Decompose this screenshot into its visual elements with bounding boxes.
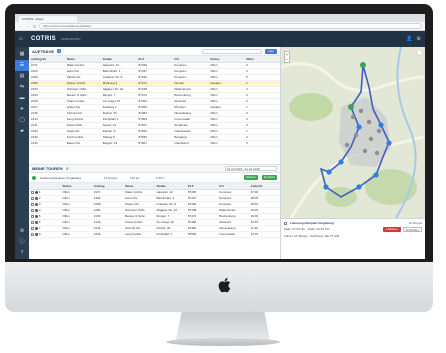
list-icon[interactable]: ☰ [15,60,29,71]
stop-number: 2 [38,196,41,200]
tour-info-panel: Lieferung Kempten Umgebung 12 Stopps Sta… [281,218,425,259]
orders-count-badge: 1 [57,49,61,53]
tour-info-times: Start: 07:30 Uhr · Ende: 14:15 Uhr [284,227,330,231]
tours-title: MEINE TOUREN [32,166,63,171]
user-icon[interactable]: 👤 [406,36,412,42]
tours-header: MEINE TOUREN ⊕ 01.10.2018 - 31.10.2018 [29,164,280,173]
delete-tour-button[interactable]: Löschen [383,227,401,232]
main-panel: AUFTRÄGE 1 Neu Auftrag-Nr Name Straße PLZ Or… [29,47,281,259]
stop-number: 8 [38,232,41,236]
table-cell: 2133 [29,140,65,147]
stop-number: 6 [38,220,41,224]
table-cell: Offen [208,140,245,147]
print-tour-button[interactable]: Drucken [261,175,277,180]
document-icon[interactable]: ▤ [15,71,29,82]
chat-icon[interactable]: ◯ [15,115,29,126]
tour-stat-distance: 148 km [130,175,140,180]
tour-name: Lieferung Kempten Umgebung [40,175,81,180]
tour-stat-duration: 6:45 h [156,175,165,180]
close-info-button[interactable]: Schließen [402,227,422,232]
table-cell: Kirchplatz 1 [154,231,186,238]
orders-search-input[interactable] [202,48,263,54]
map-canvas[interactable] [281,47,425,218]
monitor-frame: COTRIS - Dispo ‹ › ↻ https://cotris-tour… [5,4,433,284]
browser-urlbar: ‹ › ↻ https://cotris-tourenplanung.de/di… [15,22,425,31]
orders-table: Auftrag-Nr Name Straße PLZ Ort Status Offen 21… [29,56,280,150]
table-cell: Bauer KG [64,140,101,147]
table-cell: Offen [60,231,92,238]
imac-mockup: COTRIS - Dispo ‹ › ↻ https://cotris-tour… [0,0,446,353]
tour-info-driver: Fahrer: M. Berger · Fahrzeug: KE-CT 201 [284,234,340,238]
table-cell: Oberstdorf [172,140,209,147]
table-cell: 87561 [136,140,173,147]
settings-icon[interactable]: ⚙ [15,226,29,237]
truck-icon[interactable]: ▬ [15,93,29,104]
browser-window: COTRIS - Dispo ‹ › ↻ https://cotris-tour… [15,14,425,259]
gear-icon[interactable]: ⚙ [417,36,421,42]
help-icon[interactable]: ? [15,248,29,259]
forward-icon[interactable]: › [25,24,30,29]
table-cell: Bergstr. 19 [100,140,137,147]
stop-index: 8 [29,231,61,238]
stop-number: 5 [38,214,41,218]
reload-icon[interactable]: ↻ [32,24,37,29]
stop-number: 4 [38,208,41,212]
tour-row[interactable]: Lieferung Kempten Umgebung 12 Stopps 148… [29,173,280,183]
stops-table: Status Auftrag Name Straße PLZ Ort Ankunft 1 Of… [29,183,280,259]
stop-checkbox[interactable] [31,190,34,194]
tour-stat-stops: 12 Stopps [104,175,118,180]
header-actions: 👤 ⚙ [406,36,421,42]
stop-number: 3 [38,202,41,206]
tour-status-icon [32,175,36,180]
stop-checkbox[interactable] [31,214,34,218]
stop-checkbox[interactable] [31,208,34,212]
monitor-stand [176,312,270,340]
stop-number: 1 [38,190,41,194]
app-header: ⌂ COTRIS DISPOSITION 👤 ⚙ [15,31,425,47]
grid-icon[interactable]: ▦ [15,49,29,60]
route-icon[interactable]: ⇆ [15,82,29,93]
table-cell: 5 [244,140,280,147]
address-input[interactable]: https://cotris-tourenplanung.de/dispo [39,23,422,29]
tour-checkbox[interactable] [284,221,287,225]
table-cell: 12:15 [248,231,280,238]
orders-title: AUFTRÄGE [32,48,55,54]
new-order-button[interactable]: Neu [265,48,277,54]
breadcrumb: DISPOSITION [61,37,81,41]
folder-icon[interactable]: ▰ [15,126,29,137]
sidebar: ▦ ☰ ▤ ⇆ ▬ ➤ ◯ ▰ ⚙ ⓘ ? [15,47,29,259]
send-icon[interactable]: ➤ [15,104,29,115]
stop-checkbox[interactable] [31,202,34,206]
table-cell: 87509 [185,231,218,238]
tours-add-icon[interactable]: ⊕ [66,166,69,171]
back-icon[interactable]: ‹ [18,24,23,29]
home-icon[interactable]: ⌂ [19,36,27,42]
orders-header: AUFTRÄGE 1 Neu [29,47,280,56]
tour-info-title: Lieferung Kempten Umgebung [290,221,334,225]
apple-logo-icon [218,277,231,293]
stop-checkbox[interactable] [31,196,34,200]
route-map[interactable]: + − [281,47,425,218]
table-row[interactable]: 2133 Bauer KG Bergstr. 19 87561 Oberstdorf Of… [29,140,280,147]
monitor-foot [166,338,280,346]
stop-number: 7 [38,226,41,230]
start-tour-button[interactable]: Starten [244,175,258,180]
zoom-control[interactable]: + − [284,51,290,63]
date-range-input[interactable]: 01.10.2018 - 31.10.2018 [225,166,277,171]
brand-logo[interactable]: COTRIS [31,36,56,42]
browser-tab[interactable]: COTRIS - Dispo [19,16,77,22]
browser-tabbar: COTRIS - Dispo [15,14,425,22]
table-cell: Immenstadt [217,231,249,238]
stop-checkbox[interactable] [31,232,34,236]
table-cell: 2144 [91,231,124,238]
stop-checkbox[interactable] [31,226,34,230]
tour-info-stops: 12 Stopps [408,221,422,225]
info-icon[interactable]: ⓘ [15,237,29,248]
stop-checkbox[interactable] [31,220,34,224]
stop-row[interactable]: 8 Offen 2144 Lang GmbH Kirchplatz 1 87509 Imme… [29,231,280,238]
table-cell: Lang GmbH [123,231,155,238]
